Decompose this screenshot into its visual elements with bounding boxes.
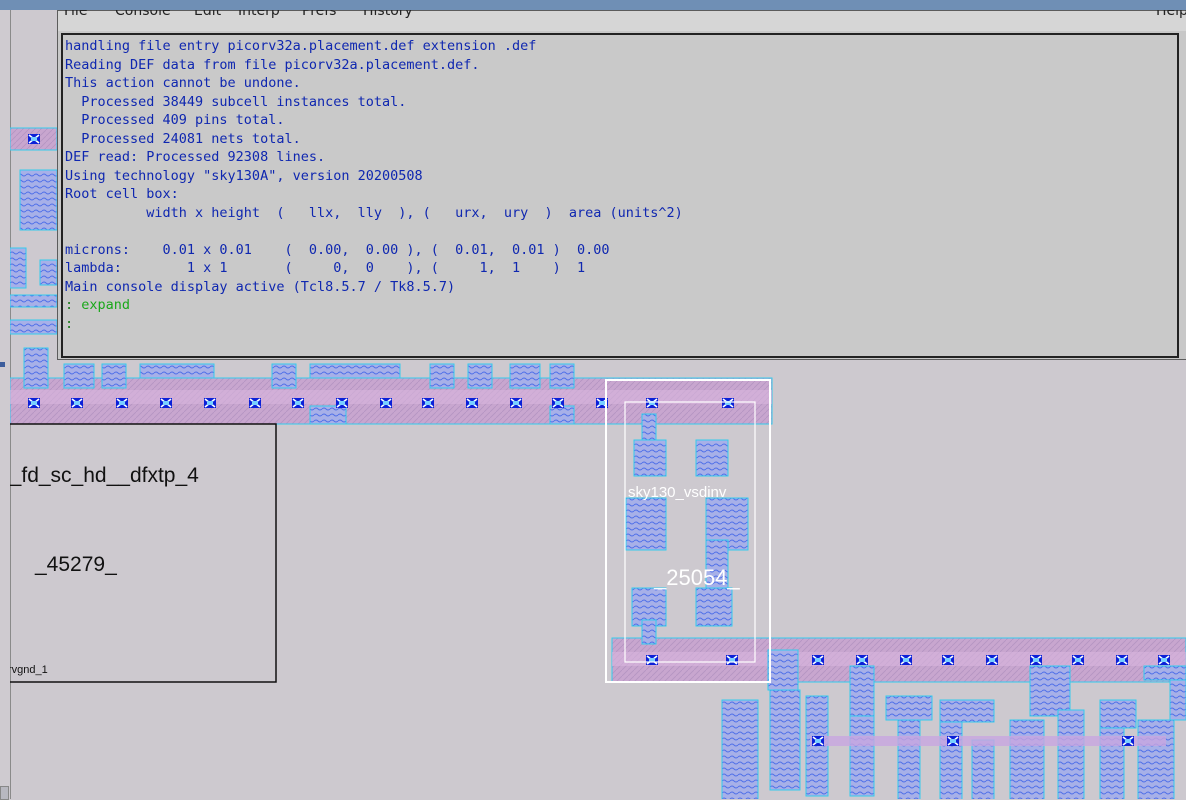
console-line: DEF read: Processed 92308 lines. — [65, 149, 326, 165]
window-titlebar — [0, 0, 1186, 10]
bottom-right-geometry — [721, 689, 1175, 799]
console-line: Processed 409 pins total. — [65, 112, 285, 128]
layout-canvas[interactable]: 0_fd_sc_hd__dfxtp_4 _45279_ rvgnd_1 sky1… — [10, 10, 1186, 799]
console-line: microns: 0.01 x 0.01 ( 0.00, 0.00 ), ( 0… — [65, 241, 610, 258]
console-command-line: : expand — [65, 296, 1175, 315]
console-line: width x height ( llx, lly ), ( urx, ury … — [65, 204, 683, 221]
prompt-marker: : — [65, 297, 74, 313]
menu-prefs[interactable]: Prefs — [302, 10, 336, 19]
inverter-cell-instance[interactable]: sky130_vsdinv _25054_ — [605, 379, 771, 683]
left-cell-pin-label: rvgnd_1 — [10, 664, 48, 676]
console-menubar: File Console Edit Interp Prefs History H… — [58, 10, 1186, 31]
tkcon-console-window[interactable]: File Console Edit Interp Prefs History H… — [57, 10, 1186, 360]
menu-interp[interactable]: Interp — [238, 10, 280, 19]
console-line: This action cannot be undone. — [65, 75, 301, 91]
console-line: Using technology "sky130A", version 2020… — [65, 167, 423, 184]
inverter-instance-label: _25054_ — [653, 565, 740, 590]
console-line: Main console display active (Tcl8.5.7 / … — [65, 278, 456, 295]
console-output[interactable]: handling file entry picorv32a.placement.… — [61, 33, 1179, 358]
left-cell-instance[interactable]: 0_fd_sc_hd__dfxtp_4 _45279_ rvgnd_1 — [10, 423, 277, 683]
menu-edit[interactable]: Edit — [194, 10, 221, 19]
console-line: Reading DEF data from file picorv32a.pla… — [65, 56, 480, 73]
menu-console[interactable]: Console — [115, 10, 171, 19]
console-input-line[interactable]: : — [65, 315, 1175, 334]
menu-file[interactable]: File — [64, 10, 87, 19]
console-line: Processed 24081 nets total. — [65, 130, 301, 147]
scroll-marker — [0, 362, 5, 367]
scroll-down-button[interactable] — [0, 786, 9, 800]
console-line: Processed 38449 subcell instances total. — [65, 93, 407, 110]
inverter-type-label: sky130_vsdinv — [628, 484, 727, 501]
menu-help[interactable]: Help — [1156, 10, 1186, 19]
input-prompt-marker: : — [65, 315, 74, 332]
console-line: Root cell box: — [65, 186, 179, 202]
menu-history[interactable]: History — [363, 10, 413, 19]
console-command: expand — [81, 297, 131, 313]
upper-left-geometry — [10, 127, 58, 335]
left-cell-instance-label: _45279_ — [34, 553, 117, 576]
console-line: lambda: 1 x 1 ( 0, 0 ), ( 1, 1 ) 1 — [65, 260, 586, 276]
console-line: handling file entry picorv32a.placement.… — [65, 38, 537, 54]
left-cell-type-label: 0_fd_sc_hd__dfxtp_4 — [10, 464, 199, 487]
